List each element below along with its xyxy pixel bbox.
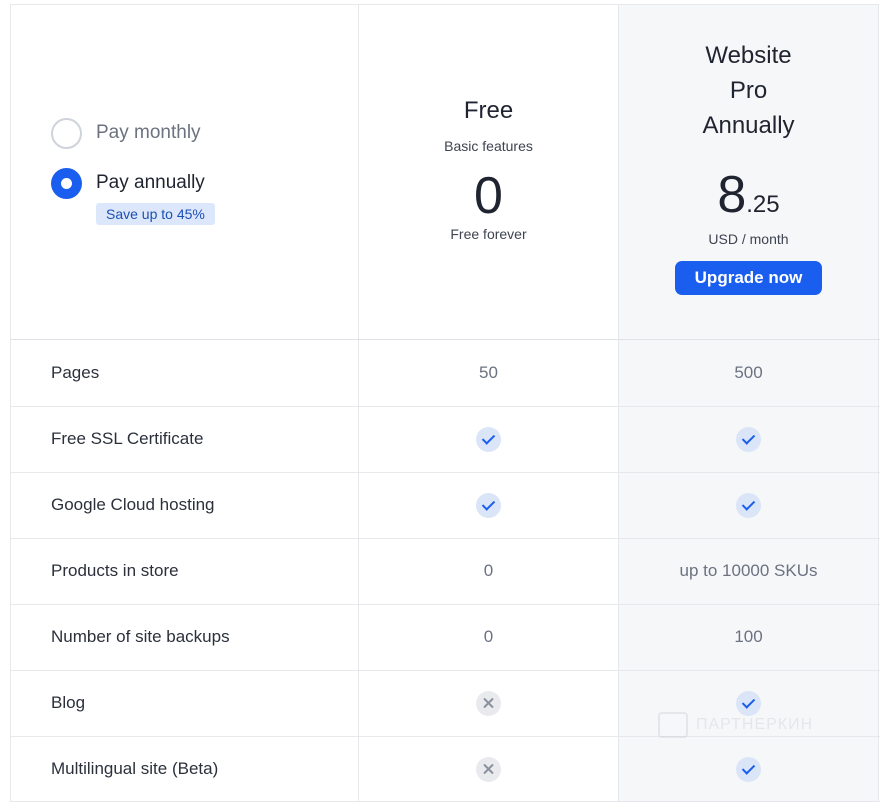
table-row: Google Cloud hosting xyxy=(11,472,880,538)
plan-price-cents: .25 xyxy=(746,191,780,218)
free-plan-header: Free Basic features 0 Free forever xyxy=(359,93,618,242)
cross-icon xyxy=(476,690,501,716)
free-value: 0 xyxy=(483,627,494,646)
plan-price-note: USD / month xyxy=(708,231,789,247)
billing-period-toggle: Pay monthly Pay annually Save up to 45% xyxy=(51,117,215,225)
table-row: Number of site backups 0 100 xyxy=(11,604,880,670)
check-icon xyxy=(736,756,761,782)
feature-name: Google Cloud hosting xyxy=(51,495,215,514)
pay-annually-option[interactable]: Pay annually xyxy=(51,167,205,199)
plan-name-line: Pro xyxy=(729,77,768,104)
feature-name: Products in store xyxy=(51,561,179,580)
watermark-text: ПАРТНЕРКИН xyxy=(696,716,814,733)
pro-value: up to 10000 SKUs xyxy=(679,561,818,580)
table-row: Multilingual site (Beta) xyxy=(11,736,880,802)
pay-monthly-radio[interactable] xyxy=(51,117,82,149)
table-row: Free SSL Certificate xyxy=(11,406,880,472)
table-row: Products in store 0 up to 10000 SKUs xyxy=(11,538,880,604)
pay-monthly-option[interactable]: Pay monthly xyxy=(51,117,205,149)
pay-annually-radio[interactable] xyxy=(51,167,82,199)
table-row: Pages 50 500 xyxy=(11,340,880,406)
feature-name: Free SSL Certificate xyxy=(51,429,204,448)
feature-name: Multilingual site (Beta) xyxy=(51,759,219,778)
check-icon xyxy=(736,426,761,452)
upgrade-now-button[interactable]: Upgrade now xyxy=(675,261,822,295)
pay-annually-label: Pay annually xyxy=(96,172,205,193)
pro-value: 100 xyxy=(734,627,763,646)
plan-name-line: Website xyxy=(705,42,792,69)
pro-value: 500 xyxy=(734,363,763,382)
plan-price-main: 8 xyxy=(717,166,747,224)
watermark: ПАРТНЕРКИН xyxy=(658,712,813,738)
plan-price: 0 xyxy=(474,167,503,225)
feature-name: Number of site backups xyxy=(51,627,230,646)
feature-name: Blog xyxy=(51,693,86,712)
plan-price: 8.25 xyxy=(619,167,878,233)
watermark-logo-icon xyxy=(658,712,688,738)
save-badge: Save up to 45% xyxy=(96,203,215,225)
plan-price-note: Free forever xyxy=(450,226,527,242)
pro-plan-header: Website Pro Annually 8.25 USD / month Up… xyxy=(619,38,878,295)
plan-subtitle: Basic features xyxy=(444,138,533,154)
free-value: 0 xyxy=(483,561,494,580)
feature-name: Pages xyxy=(51,363,100,382)
pay-monthly-label: Pay monthly xyxy=(96,122,201,143)
check-icon xyxy=(476,426,501,452)
check-icon xyxy=(736,492,761,518)
plan-name-line: Annually xyxy=(702,112,795,139)
plan-name: Free xyxy=(463,97,514,124)
check-icon xyxy=(476,492,501,518)
pricing-table: Pay monthly Pay annually Save up to 45% … xyxy=(10,4,880,802)
cross-icon xyxy=(476,756,501,782)
free-value: 50 xyxy=(479,363,498,382)
